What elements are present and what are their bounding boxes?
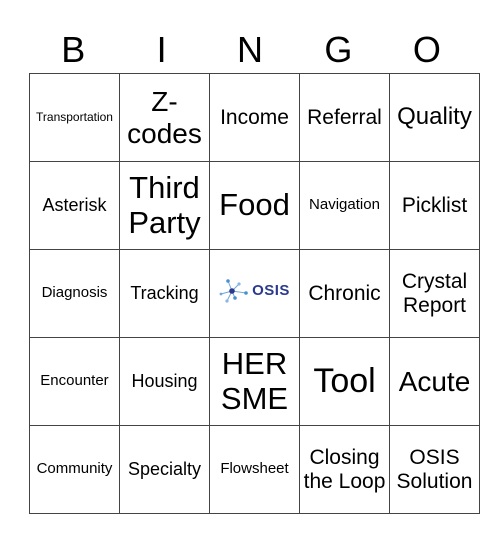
bingo-cell[interactable]: Quality	[389, 73, 480, 162]
bingo-cell[interactable]: Food	[209, 161, 300, 250]
bingo-cell[interactable]: Acute	[389, 337, 480, 426]
bingo-cell[interactable]: Diagnosis	[29, 249, 120, 338]
bingo-cell[interactable]: HER SME	[209, 337, 300, 426]
bingo-cell[interactable]: Housing	[119, 337, 210, 426]
bingo-cell[interactable]: Z-codes	[119, 73, 210, 162]
bingo-cell[interactable]: Referral	[299, 73, 390, 162]
bingo-cell[interactable]: Flowsheet	[209, 425, 300, 514]
bingo-cell[interactable]: Specialty	[119, 425, 210, 514]
grid-row: Encounter Housing HER SME Tool Acute	[29, 337, 480, 426]
grid-row: Community Specialty Flowsheet Closing th…	[29, 425, 480, 514]
header-letter-n: N	[237, 29, 264, 70]
bingo-cell[interactable]: Income	[209, 73, 300, 162]
bingo-cell[interactable]: Community	[29, 425, 120, 514]
header-letter-i: I	[156, 29, 167, 70]
header-letter-g: G	[324, 29, 353, 70]
osis-logo-text: OSIS	[252, 281, 290, 299]
bingo-cell[interactable]: Closing the Loop	[299, 425, 390, 514]
bingo-cell[interactable]: Tracking	[119, 249, 210, 338]
osis-logo: OSIS	[219, 279, 290, 303]
network-node-icon	[219, 279, 248, 303]
bingo-cell[interactable]: Transportation	[29, 73, 120, 162]
bingo-cell[interactable]: Encounter	[29, 337, 120, 426]
grid-row: Transportation Z-codes Income Referral Q…	[29, 73, 480, 162]
bingo-cell[interactable]: Asterisk	[29, 161, 120, 250]
free-space-cell[interactable]: OSIS	[209, 249, 300, 338]
bingo-header: B I N G O	[29, 28, 471, 72]
bingo-cell[interactable]: Navigation	[299, 161, 390, 250]
bingo-cell[interactable]: Third Party	[119, 161, 210, 250]
header-letter-o: O	[412, 29, 441, 70]
bingo-cell[interactable]: Crystal Report	[389, 249, 480, 338]
grid-row: Asterisk Third Party Food Navigation Pic…	[29, 161, 480, 250]
bingo-grid: Transportation Z-codes Income Referral Q…	[29, 73, 480, 514]
bingo-cell[interactable]: Chronic	[299, 249, 390, 338]
bingo-cell[interactable]: Picklist	[389, 161, 480, 250]
bingo-cell[interactable]: Tool	[299, 337, 390, 426]
bingo-cell[interactable]: OSIS Solution	[389, 425, 480, 514]
grid-row: Diagnosis Tracking OSIS Chronic Crystal …	[29, 249, 480, 338]
header-letter-b: B	[61, 29, 86, 70]
